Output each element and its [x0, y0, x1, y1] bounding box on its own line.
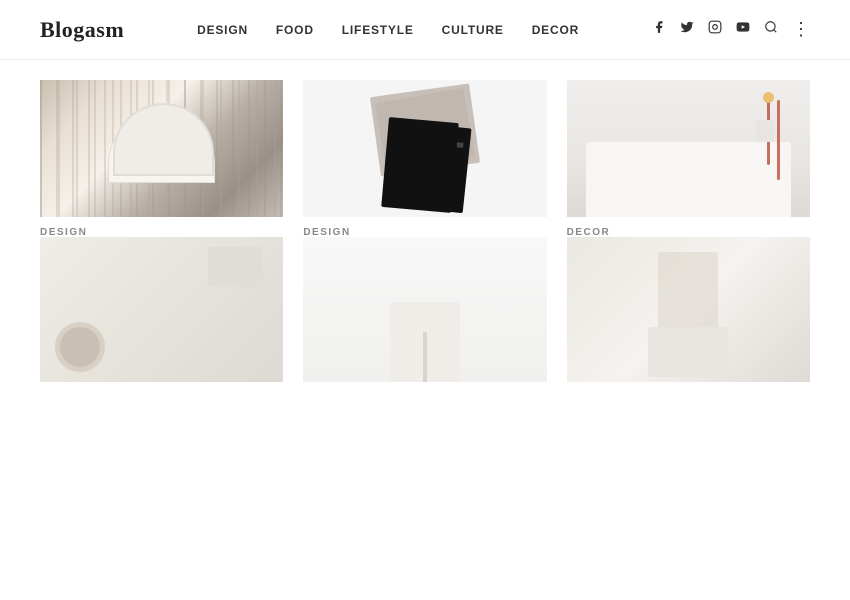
site-logo[interactable]: Blogasm	[40, 17, 124, 43]
card-bedroom: DECOR Lighting Effects in the Master Bed…	[567, 80, 810, 217]
card-image-stairs	[40, 80, 283, 217]
card-wordpress: DESIGN Modern & Creative WordPress Desig…	[303, 80, 546, 217]
card-image-notebook	[303, 80, 546, 217]
search-icon[interactable]	[764, 20, 778, 39]
bottom-card-grid	[40, 237, 810, 382]
card-minimalism: DESIGN The Next Big Thing in Minimalism …	[40, 80, 283, 217]
bottom-card-food	[40, 237, 283, 382]
main-content: DESIGN The Next Big Thing in Minimalism …	[0, 60, 850, 402]
nav-item-design[interactable]: DESIGN	[197, 23, 248, 37]
facebook-icon[interactable]	[652, 20, 666, 39]
bottom-card-fashion	[567, 237, 810, 382]
twitter-icon[interactable]	[680, 20, 694, 39]
nav-item-decor[interactable]: DECOR	[532, 23, 579, 37]
bottom-card-chair	[303, 237, 546, 382]
nav-item-lifestyle[interactable]: LIFESTYLE	[342, 23, 414, 37]
top-card-grid: DESIGN The Next Big Thing in Minimalism …	[40, 80, 810, 217]
card-image-bedroom	[567, 80, 810, 217]
header-icons: ⋮	[652, 19, 810, 40]
youtube-icon[interactable]	[736, 20, 750, 39]
main-nav: DESIGN FOOD LIFESTYLE CULTURE DECOR	[197, 23, 579, 37]
site-header: Blogasm DESIGN FOOD LIFESTYLE CULTURE DE…	[0, 0, 850, 60]
instagram-icon[interactable]	[708, 20, 722, 39]
nav-item-culture[interactable]: CULTURE	[442, 23, 504, 37]
nav-item-food[interactable]: FOOD	[276, 23, 314, 37]
more-icon[interactable]: ⋮	[792, 19, 810, 40]
